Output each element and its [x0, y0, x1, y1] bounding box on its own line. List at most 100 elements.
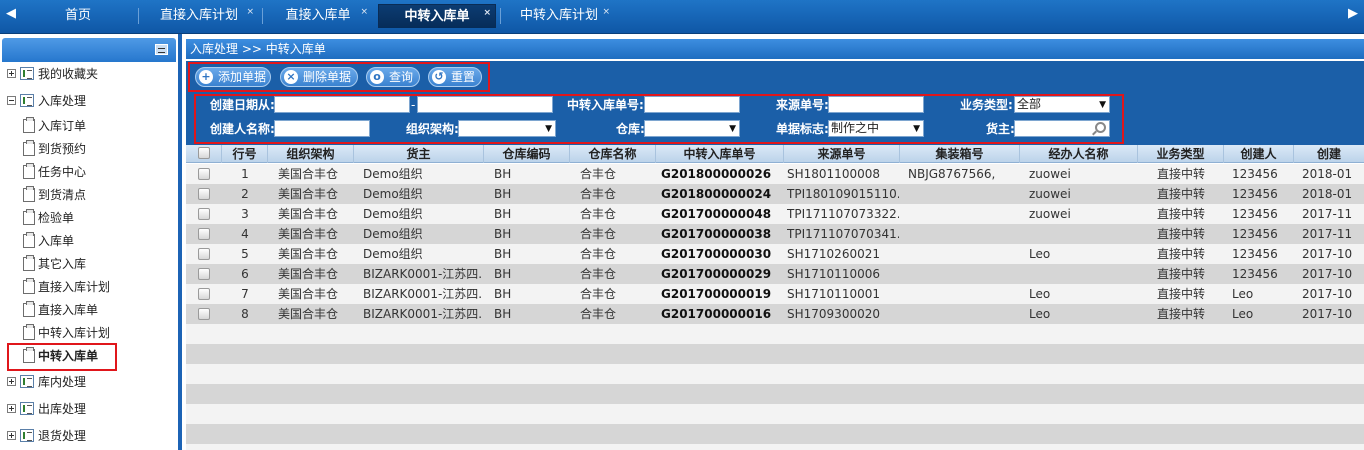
column-header[interactable]: 行号	[222, 145, 268, 163]
row-checkbox[interactable]	[198, 168, 210, 180]
tab-transfer-inbound-plan[interactable]: 中转入库计划 ×	[504, 4, 614, 28]
sidebar-item-inbound-doc[interactable]: 入库单	[0, 230, 178, 252]
cell-owner: Demo组织	[363, 187, 423, 201]
row-checkbox[interactable]	[198, 308, 210, 320]
sidebar-item-arrival-booking[interactable]: 到货预约	[0, 138, 178, 160]
table-row[interactable]: 2 美国合丰仓 Demo组织 BH 合丰仓 G201800000024 TPI1801090…	[186, 184, 1364, 204]
sidebar-header	[2, 38, 176, 62]
sidebar-item-inbound[interactable]: 入库处理	[0, 90, 178, 112]
row-checkbox[interactable]	[198, 248, 210, 260]
cell-handler: Leo	[1029, 287, 1051, 301]
row-checkbox[interactable]	[198, 228, 210, 240]
tab-transfer-inbound-order[interactable]: 中转入库单 ×	[378, 4, 496, 28]
selected-item-highlight	[7, 343, 117, 371]
close-icon[interactable]: ×	[360, 0, 368, 24]
table-row[interactable]: 8 美国合丰仓 BIZARK0001-江苏四... BH 合丰仓 G20170000001…	[186, 304, 1364, 324]
cell-wh-code: BH	[494, 187, 512, 201]
sidebar-item-label: 检验单	[38, 211, 75, 225]
sidebar-item-inspection[interactable]: 检验单	[0, 207, 178, 229]
tab-divider	[500, 8, 501, 24]
sidebar-item-task-center[interactable]: 任务中心	[0, 161, 178, 183]
row-checkbox[interactable]	[198, 288, 210, 300]
cell-owner: Demo组织	[363, 167, 423, 181]
table-row[interactable]: 1 美国合丰仓 Demo组织 BH 合丰仓 G201800000026 SH18011000…	[186, 164, 1364, 184]
sidebar-item-inventory[interactable]: 库内处理	[0, 371, 178, 393]
expand-icon[interactable]	[7, 404, 16, 413]
row-checkbox[interactable]	[198, 208, 210, 220]
cell-no: 3	[241, 207, 249, 221]
row-checkbox[interactable]	[198, 268, 210, 280]
cell-no: 6	[241, 267, 249, 281]
sidebar-item-returns[interactable]: 退货处理	[0, 425, 178, 447]
filter-highlight	[194, 94, 1124, 144]
cell-wh-name: 合丰仓	[580, 307, 617, 321]
sidebar-item-arrival-count[interactable]: 到货清点	[0, 184, 178, 206]
sidebar-item-outbound[interactable]: 出库处理	[0, 398, 178, 420]
tab-home[interactable]: 首页	[30, 4, 126, 28]
sidebar-item-inbound-order[interactable]: 入库订单	[0, 115, 178, 137]
sidebar-item-label: 其它入库	[38, 257, 87, 271]
sidebar-item-other-inbound[interactable]: 其它入库	[0, 253, 178, 275]
cell-org: 美国合丰仓	[278, 227, 339, 241]
cell-org: 美国合丰仓	[278, 187, 339, 201]
tab-scroll-left-icon[interactable]: ◀	[2, 6, 20, 22]
sidebar-item-favorites[interactable]: 我的收藏夹	[0, 63, 178, 85]
cell-wh-name: 合丰仓	[580, 287, 617, 301]
table-row[interactable]: 3 美国合丰仓 Demo组织 BH 合丰仓 G201700000048 TPI1711070…	[186, 204, 1364, 224]
column-header[interactable]: 来源单号	[784, 145, 900, 163]
sidebar-item-label: 出库处理	[38, 402, 87, 416]
cell-src: SH1709300020	[787, 307, 880, 321]
toolbar: + 添加单据 × 删除单据 o 查询 ↺ 重置	[186, 61, 1364, 93]
tab-scroll-right-icon[interactable]: ▶	[1344, 6, 1362, 22]
cell-src: TPI171107070341...	[787, 227, 899, 241]
close-icon[interactable]: ×	[602, 0, 610, 24]
column-header[interactable]: 货主	[354, 145, 484, 163]
cell-doc-no: G201800000026	[661, 167, 772, 181]
close-icon[interactable]: ×	[483, 1, 491, 25]
sidebar: 我的收藏夹 入库处理 入库订单 到货预约 任务中心 到货清点 检验单 入库单 其…	[0, 34, 182, 450]
column-header[interactable]: 组织架构	[268, 145, 354, 163]
expand-icon[interactable]	[7, 69, 16, 78]
cell-wh-code: BH	[494, 227, 512, 241]
collapse-icon[interactable]	[7, 96, 16, 105]
column-header[interactable]: 仓库编码	[484, 145, 570, 163]
select-all-checkbox[interactable]	[198, 147, 210, 159]
cell-handler	[1029, 224, 1129, 244]
collapse-sidebar-icon[interactable]	[155, 44, 168, 55]
cell-wh-code: BH	[494, 307, 512, 321]
cell-container	[908, 224, 1018, 244]
tab-direct-inbound-order[interactable]: 直接入库单 ×	[264, 4, 372, 28]
empty-row	[186, 324, 1364, 344]
tab-direct-inbound-plan[interactable]: 直接入库计划 ×	[140, 4, 258, 28]
row-checkbox[interactable]	[198, 188, 210, 200]
close-icon[interactable]: ×	[246, 0, 254, 24]
cell-doc-no: G201700000016	[661, 307, 772, 321]
expand-icon[interactable]	[7, 431, 16, 440]
column-header[interactable]: 仓库名称	[570, 145, 656, 163]
column-header[interactable]: 创建人	[1224, 145, 1294, 163]
column-header[interactable]: 中转入库单号	[656, 145, 784, 163]
page-icon	[23, 186, 35, 202]
table-row[interactable]: 7 美国合丰仓 BIZARK0001-江苏四... BH 合丰仓 G20170000001…	[186, 284, 1364, 304]
table-row[interactable]: 5 美国合丰仓 Demo组织 BH 合丰仓 G201700000030 SH17102600…	[186, 244, 1364, 264]
sidebar-item-label: 入库单	[38, 234, 75, 248]
cell-no: 1	[241, 167, 249, 181]
cell-owner: Demo组织	[363, 207, 423, 221]
sidebar-item-direct-order[interactable]: 直接入库单	[0, 299, 178, 321]
cell-container: NBJG8767566,	[908, 167, 996, 181]
column-header[interactable]: 业务类型	[1138, 145, 1224, 163]
column-header[interactable]: 集装箱号	[900, 145, 1020, 163]
table-row[interactable]: 4 美国合丰仓 Demo组织 BH 合丰仓 G201700000038 TPI1711070…	[186, 224, 1364, 244]
cell-biz: 直接中转	[1156, 247, 1205, 261]
cell-wh-code: BH	[494, 267, 512, 281]
cell-creator: 123456	[1232, 187, 1278, 201]
tab-label: 首页	[64, 8, 91, 23]
sidebar-item-transfer-plan[interactable]: 中转入库计划	[0, 322, 178, 344]
column-header[interactable]: 创建	[1294, 145, 1364, 163]
column-header[interactable]: 经办人名称	[1020, 145, 1138, 163]
cell-biz: 直接中转	[1156, 187, 1205, 201]
expand-icon[interactable]	[7, 377, 16, 386]
table-row[interactable]: 6 美国合丰仓 BIZARK0001-江苏四... BH 合丰仓 G20170000002…	[186, 264, 1364, 284]
cell-created: 2018-01	[1302, 187, 1353, 201]
sidebar-item-direct-plan[interactable]: 直接入库计划	[0, 276, 178, 298]
